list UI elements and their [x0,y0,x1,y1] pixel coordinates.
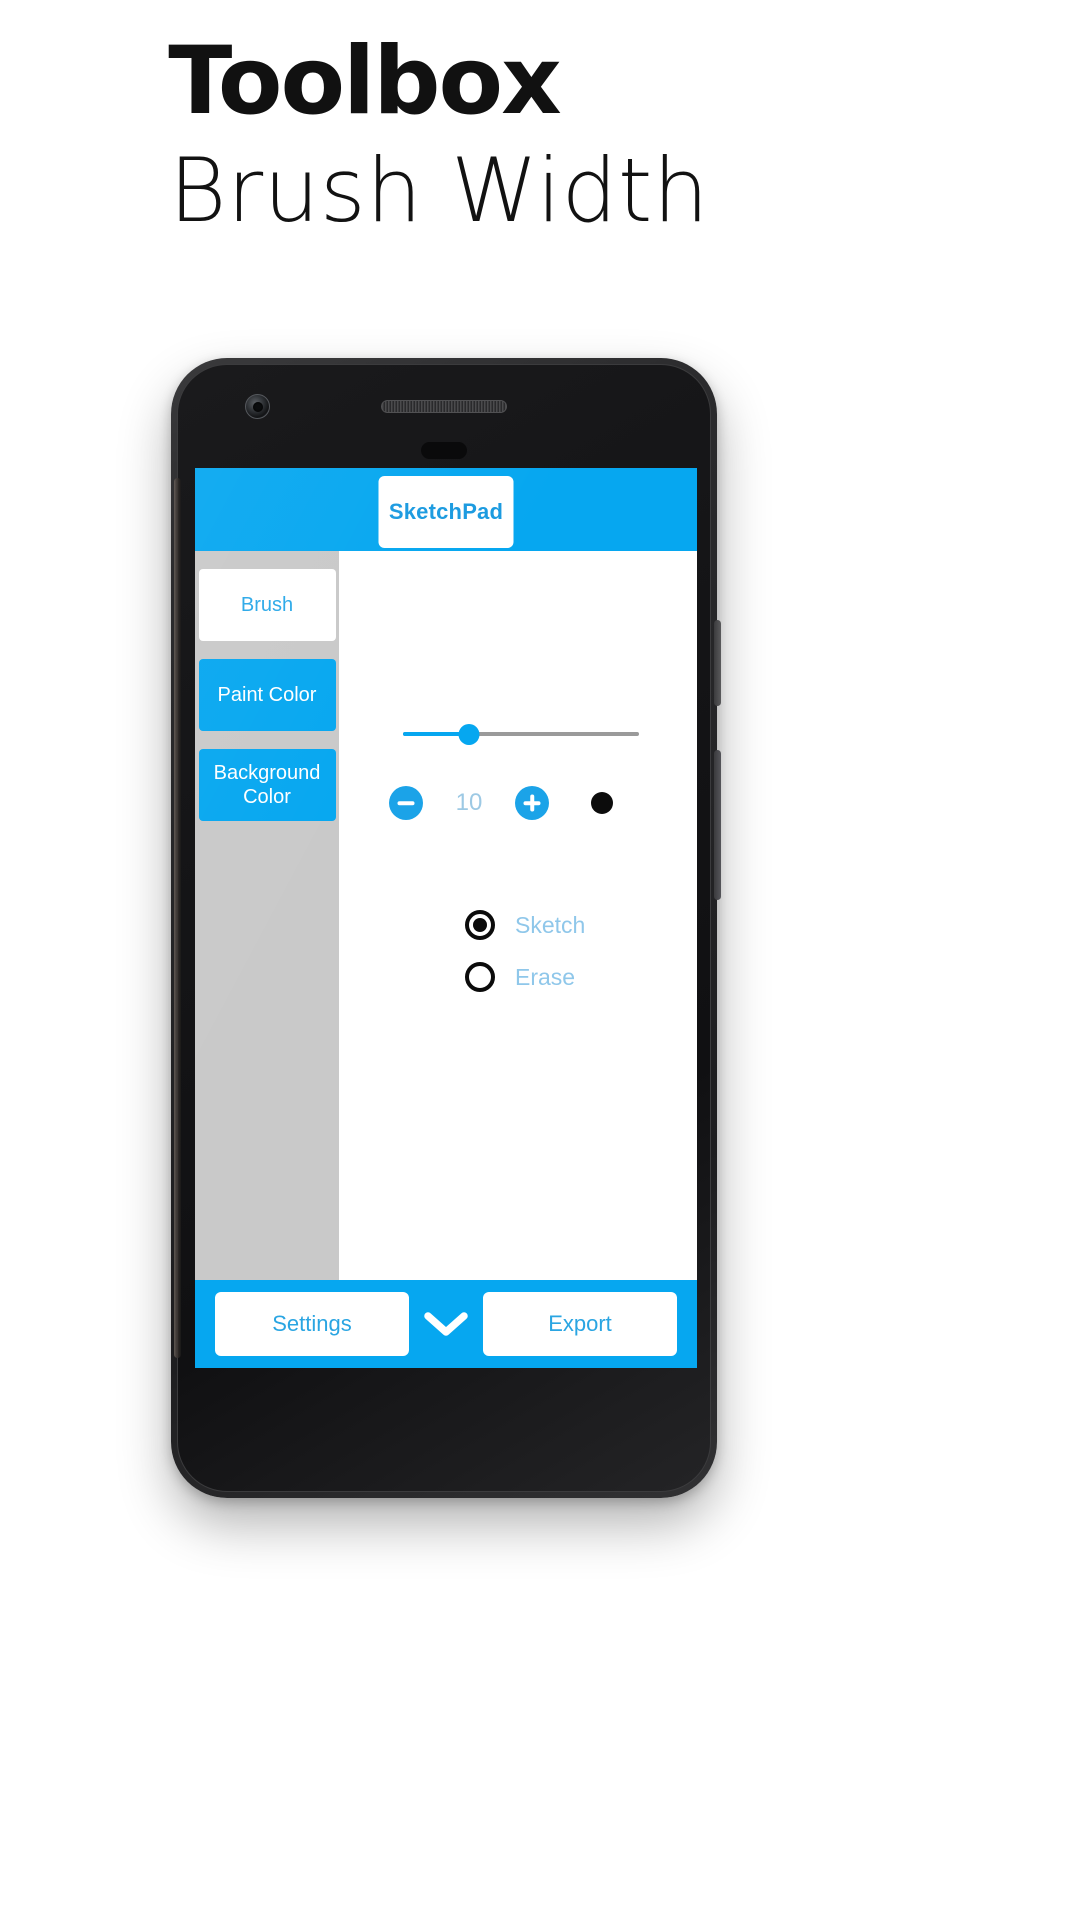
phone-left-edge [174,478,181,1358]
proximity-sensor-icon [421,442,467,459]
app-title-label: SketchPad [388,499,504,524]
sidebar-item-label: Paint Color [217,683,317,706]
increment-button[interactable] [515,786,549,820]
earpiece-speaker-icon [381,400,507,413]
settings-button[interactable]: Settings [215,1292,409,1356]
brush-mode-group: Sketch Erase [465,899,585,1003]
phone-mockup: SketchPad Brush Paint Color Background C… [171,358,721,1498]
sidebar-item-brush[interactable]: Brush [198,569,336,641]
minus-icon [397,801,415,805]
front-camera-icon [245,394,270,419]
page-root: Toolbox Brush Width SketchPad Brush Pain… [0,0,1080,1920]
decrement-button[interactable] [389,786,423,820]
brush-width-stepper: 10 [389,783,649,823]
export-label: Export [548,1311,612,1336]
plus-icon-vertical [530,794,534,812]
radio-selected-icon [465,910,495,940]
settings-label: Settings [272,1311,352,1336]
sidebar-item-paint-color[interactable]: Paint Color [198,659,336,731]
radio-label: Sketch [515,911,586,938]
page-subtitle: Brush Width [168,138,710,242]
headline-block: Toolbox Brush Width [0,34,1080,240]
sidebar-item-label: Brush [240,593,294,616]
power-button[interactable] [714,620,721,706]
app-body: Brush Paint Color Background Color 10 Sk… [195,551,697,1280]
brush-settings-pane: 10 Sketch Erase [339,551,697,1280]
volume-button[interactable] [714,750,721,900]
radio-dot [473,918,487,932]
tool-sidebar: Brush Paint Color Background Color [195,551,339,1280]
phone-screen: SketchPad Brush Paint Color Background C… [195,468,697,1368]
radio-label: Erase [515,963,576,990]
bottom-action-bar: Settings Export [195,1280,697,1368]
page-title: Toolbox [168,27,562,136]
radio-unselected-icon [465,962,495,992]
export-button[interactable]: Export [483,1292,677,1356]
brush-width-slider[interactable] [403,721,639,747]
radio-option-erase[interactable]: Erase [465,951,585,1003]
app-title-chip[interactable]: SketchPad [378,476,514,548]
brush-width-value: 10 [455,789,483,816]
radio-option-sketch[interactable]: Sketch [465,899,585,951]
sidebar-item-label: Background Color [213,761,321,808]
brush-dot-preview [591,792,613,814]
slider-thumb[interactable] [458,724,480,745]
chevron-down-icon[interactable] [409,1309,483,1339]
app-bar: SketchPad [195,468,697,551]
sidebar-item-background-color[interactable]: Background Color [198,749,336,821]
